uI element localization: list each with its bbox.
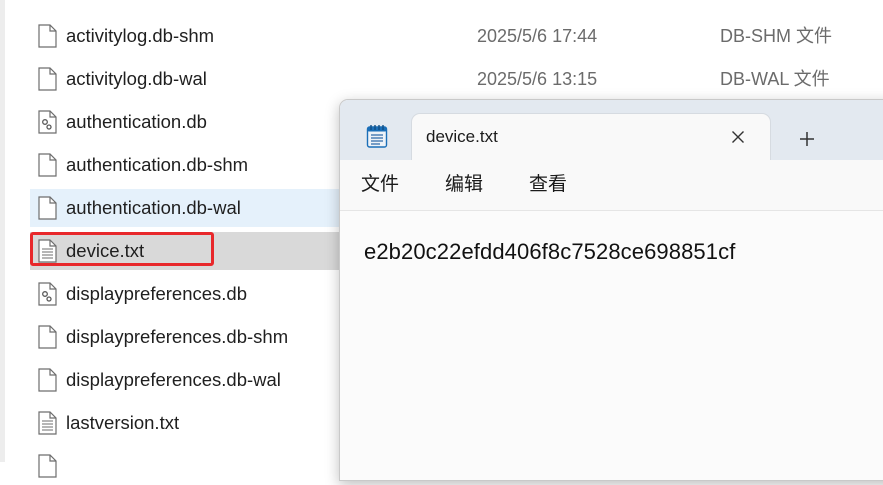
menu-bar: 文件 编辑 查看 <box>340 160 883 211</box>
blank-file-icon <box>38 153 57 177</box>
file-name: authentication.db <box>66 111 207 132</box>
tab-title: device.txt <box>426 127 498 146</box>
file-name: device.txt <box>66 240 145 261</box>
notepad-window: device.txt 文件 编辑 查看 e2b20c22efdd406f8c75… <box>339 99 883 481</box>
text-file-icon <box>38 239 57 263</box>
tab-device-txt[interactable]: device.txt <box>412 114 770 160</box>
close-icon <box>732 131 744 143</box>
navigation-pane-edge <box>0 0 5 462</box>
plus-icon <box>800 132 814 146</box>
file-name: lastversion.txt <box>66 412 180 433</box>
blank-file-icon <box>38 24 57 48</box>
menu-view[interactable]: 查看 <box>529 173 567 197</box>
blank-file-icon <box>38 325 57 349</box>
notepad-titlebar[interactable]: device.txt <box>340 100 883 160</box>
text-file-icon <box>38 411 57 435</box>
file-name: authentication.db-shm <box>66 154 249 175</box>
text-editor-area[interactable]: e2b20c22efdd406f8c7528ce698851cf <box>340 211 883 480</box>
blank-file-icon <box>38 67 57 91</box>
file-date: 2025/5/6 17:44 <box>477 26 598 46</box>
blank-file-icon <box>38 368 57 392</box>
file-name: activitylog.db-shm <box>66 25 215 46</box>
blank-file-icon <box>38 196 57 220</box>
file-type: DB-WAL 文件 <box>720 69 830 89</box>
file-name: displaypreferences.db-shm <box>66 326 289 347</box>
file-name: displaypreferences.db-wal <box>66 369 281 390</box>
blank-file-icon <box>38 454 57 478</box>
file-name: authentication.db-wal <box>66 197 241 218</box>
database-file-icon <box>38 282 57 306</box>
new-tab-button[interactable] <box>792 124 822 154</box>
editor-content[interactable]: e2b20c22efdd406f8c7528ce698851cf <box>364 238 735 266</box>
close-tab-button[interactable] <box>725 124 751 150</box>
file-row-partial-top[interactable] <box>30 0 883 12</box>
file-row[interactable]: activitylog.db-wal 2025/5/6 13:15 DB-WAL… <box>30 60 883 98</box>
menu-file[interactable]: 文件 <box>361 173 399 197</box>
database-file-icon <box>38 110 57 134</box>
menu-edit[interactable]: 编辑 <box>445 173 483 197</box>
file-row[interactable]: activitylog.db-shm 2025/5/6 17:44 DB-SHM… <box>30 17 883 55</box>
file-date: 2025/5/6 13:15 <box>477 69 598 89</box>
file-name: displaypreferences.db <box>66 283 247 304</box>
file-name: activitylog.db-wal <box>66 68 207 89</box>
notepad-app-icon <box>366 125 388 148</box>
file-type: DB-SHM 文件 <box>720 26 832 46</box>
